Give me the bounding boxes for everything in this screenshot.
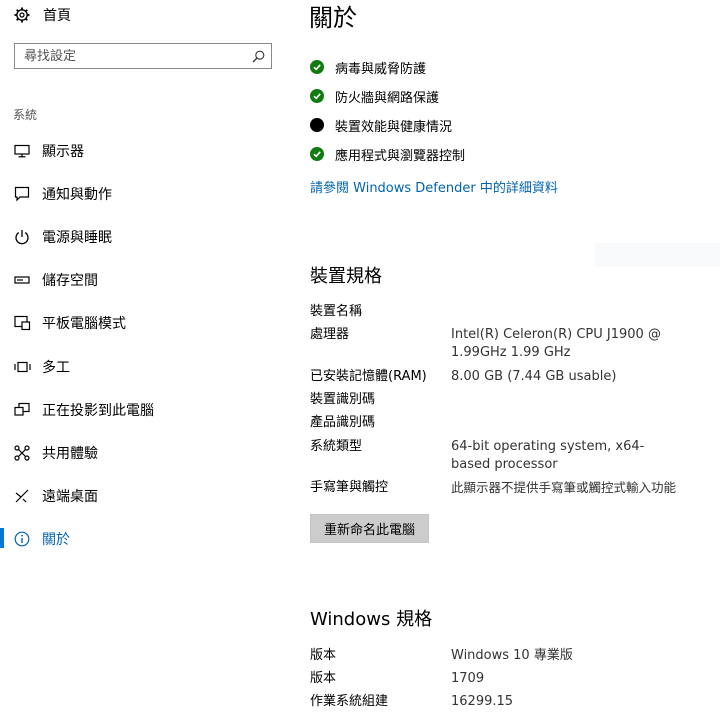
spec-label: 系統類型 — [310, 439, 363, 454]
home-label: 首頁 — [43, 8, 71, 24]
search-box[interactable] — [14, 43, 272, 69]
sidebar-item-label: 通知與動作 — [42, 186, 112, 203]
status-item-app-browser-control: 應用程式與瀏覽器控制 — [310, 143, 465, 165]
spec-value: Intel(R) Celeron(R) CPU J1900 @ 1.99GHz … — [451, 327, 661, 360]
notification-icon — [13, 185, 31, 203]
spec-label: 作業系統組建 — [310, 694, 389, 709]
status-item-firewall: 防火牆與網路保護 — [310, 85, 439, 107]
spec-value: 8.00 GB (7.44 GB usable) — [451, 369, 617, 384]
spec-value: 16299.15 — [451, 694, 514, 709]
tablet-mode-icon — [13, 314, 31, 332]
search-icon[interactable] — [251, 49, 265, 63]
spec-value: 64-bit operating system, x64-based proce… — [451, 439, 645, 472]
search-input[interactable] — [24, 48, 239, 64]
sidebar-item-remote-desktop[interactable]: 遠端桌面 — [0, 474, 290, 517]
sidebar-item-about[interactable]: 關於 — [0, 517, 290, 560]
sidebar-item-label: 儲存空間 — [42, 272, 98, 289]
spec-label: 處理器 — [310, 327, 350, 342]
home-nav-item[interactable]: 首頁 — [13, 4, 71, 26]
status-dot-icon — [310, 118, 324, 132]
active-indicator — [0, 528, 4, 548]
sidebar-item-projecting[interactable]: 正在投影到此電腦 — [0, 388, 290, 431]
spec-value: 1709 — [451, 671, 485, 686]
sidebar-item-power-sleep[interactable]: 電源與睡眠 — [0, 215, 290, 258]
spec-label: 產品識別碼 — [310, 415, 376, 430]
check-circle-icon — [310, 60, 324, 74]
scrolled-heading-remnant — [310, 29, 524, 37]
sidebar-item-multitasking[interactable]: 多工 — [0, 345, 290, 388]
sidebar-item-label: 平板電腦模式 — [42, 315, 126, 332]
sidebar-item-display[interactable]: 顯示器 — [0, 129, 290, 172]
status-item-label: 病毒與威脅防護 — [335, 61, 427, 77]
section-label-system: 系統 — [13, 108, 38, 122]
faint-background-button[interactable] — [595, 243, 720, 267]
power-icon — [13, 228, 31, 246]
windows-defender-details-link[interactable]: 請參閱 Windows Defender 中的詳細資料 — [310, 177, 558, 196]
info-icon — [13, 530, 31, 548]
sidebar-item-label: 正在投影到此電腦 — [42, 402, 154, 419]
spec-value: 此顯示器不提供手寫筆或觸控式輸入功能 — [451, 480, 677, 495]
sidebar-item-label: 關於 — [42, 531, 70, 548]
check-circle-icon — [310, 147, 324, 161]
remote-desktop-icon — [13, 487, 31, 505]
sidebar-item-label: 共用體驗 — [42, 445, 98, 462]
status-item-label: 防火牆與網路保護 — [335, 90, 440, 106]
sidebar-item-label: 顯示器 — [42, 143, 84, 160]
spec-label: 版本 — [310, 648, 337, 663]
gear-icon — [13, 6, 31, 24]
project-icon — [13, 401, 31, 419]
sidebar-item-tablet-mode[interactable]: 平板電腦模式 — [0, 301, 290, 344]
device-specs-heading: 裝置規格 — [310, 266, 382, 287]
main-content: 關於 病毒與威脅防護 防火牆與網路保護 裝置效能與健康情況 應用程式與瀏覽器控制… — [290, 0, 720, 715]
monitor-icon — [13, 142, 31, 160]
sidebar-item-shared-experiences[interactable]: 共用體驗 — [0, 431, 290, 474]
multitasking-icon — [13, 358, 31, 376]
sidebar: 首頁 系統 顯示器 通知與動作 — [0, 0, 290, 715]
windows-specs-heading: Windows 規格 — [310, 609, 433, 630]
sidebar-item-label: 電源與睡眠 — [42, 229, 112, 246]
spec-value: Windows 10 專業版 — [451, 648, 573, 663]
sidebar-item-notifications[interactable]: 通知與動作 — [0, 172, 290, 215]
status-item-label: 裝置效能與健康情況 — [335, 119, 453, 135]
status-item-label: 應用程式與瀏覽器控制 — [335, 148, 466, 164]
rename-pc-button[interactable]: 重新命名此電腦 — [310, 514, 429, 543]
spec-label: 手寫筆與觸控 — [310, 480, 389, 495]
spec-label: 已安裝記憶體(RAM) — [310, 369, 427, 384]
storage-icon — [13, 271, 31, 289]
spec-label: 版本 — [310, 671, 337, 686]
spec-label: 裝置名稱 — [310, 304, 363, 319]
sidebar-item-storage[interactable]: 儲存空間 — [0, 258, 290, 301]
status-item-virus-protection: 病毒與威脅防護 — [310, 56, 426, 78]
check-circle-icon — [310, 89, 324, 103]
shared-experiences-icon — [13, 444, 31, 462]
spec-label: 裝置識別碼 — [310, 392, 376, 407]
status-item-device-health: 裝置效能與健康情況 — [310, 114, 452, 136]
sidebar-item-label: 多工 — [42, 359, 70, 376]
sidebar-item-label: 遠端桌面 — [42, 488, 98, 505]
